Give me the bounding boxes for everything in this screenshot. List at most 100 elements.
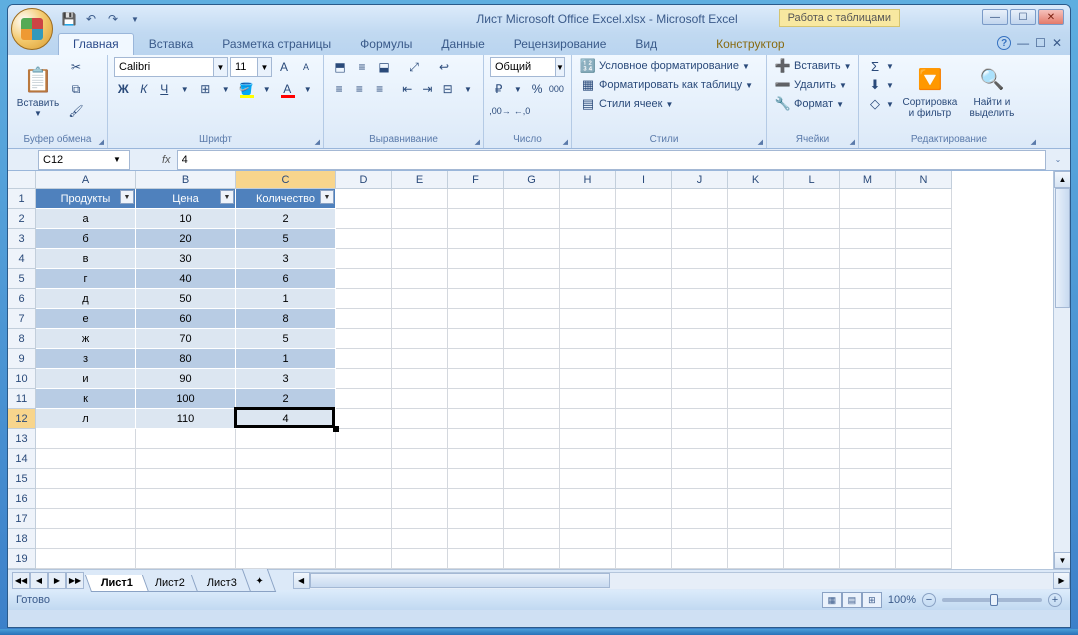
- cell-D18[interactable]: [336, 529, 392, 549]
- cell-I18[interactable]: [616, 529, 672, 549]
- cell-N9[interactable]: [896, 349, 952, 369]
- cell-K15[interactable]: [728, 469, 784, 489]
- tab-formulas[interactable]: Формулы: [346, 34, 426, 55]
- cell-B4[interactable]: 30: [136, 249, 236, 269]
- cell-A11[interactable]: к: [36, 389, 136, 409]
- close-button[interactable]: ✕: [1038, 9, 1064, 25]
- cell-J11[interactable]: [672, 389, 728, 409]
- cell-D13[interactable]: [336, 429, 392, 449]
- cell-M17[interactable]: [840, 509, 896, 529]
- cell-G9[interactable]: [504, 349, 560, 369]
- cell-I17[interactable]: [616, 509, 672, 529]
- cell-K1[interactable]: [728, 189, 784, 209]
- cell-L15[interactable]: [784, 469, 840, 489]
- cell-F19[interactable]: [448, 549, 504, 569]
- cell-L12[interactable]: [784, 409, 840, 429]
- cell-I7[interactable]: [616, 309, 672, 329]
- cell-I6[interactable]: [616, 289, 672, 309]
- cell-A15[interactable]: [36, 469, 136, 489]
- format-cells-button[interactable]: 🔧Формат ▼: [773, 95, 852, 113]
- cell-G2[interactable]: [504, 209, 560, 229]
- cell-L2[interactable]: [784, 209, 840, 229]
- row-header-19[interactable]: 19: [8, 549, 36, 569]
- cell-K8[interactable]: [728, 329, 784, 349]
- cell-A5[interactable]: г: [36, 269, 136, 289]
- scroll-down-icon[interactable]: ▼: [1054, 552, 1071, 569]
- bold-icon[interactable]: Ж: [114, 79, 133, 99]
- col-header-F[interactable]: F: [448, 171, 504, 189]
- autosum-button[interactable]: Σ▼: [865, 57, 896, 75]
- cell-C5[interactable]: 6: [236, 269, 336, 289]
- col-header-M[interactable]: M: [840, 171, 896, 189]
- cell-K7[interactable]: [728, 309, 784, 329]
- row-header-6[interactable]: 6: [8, 289, 36, 309]
- cell-L14[interactable]: [784, 449, 840, 469]
- cell-C19[interactable]: [236, 549, 336, 569]
- orientation-icon[interactable]: ⤢: [404, 57, 424, 77]
- col-header-H[interactable]: H: [560, 171, 616, 189]
- cell-L10[interactable]: [784, 369, 840, 389]
- cell-G6[interactable]: [504, 289, 560, 309]
- zoom-level[interactable]: 100%: [888, 594, 916, 606]
- cell-G3[interactable]: [504, 229, 560, 249]
- tab-home[interactable]: Главная: [58, 33, 134, 55]
- cell-N1[interactable]: [896, 189, 952, 209]
- cell-G5[interactable]: [504, 269, 560, 289]
- cell-A7[interactable]: е: [36, 309, 136, 329]
- cell-N5[interactable]: [896, 269, 952, 289]
- row-header-8[interactable]: 8: [8, 329, 36, 349]
- cell-G17[interactable]: [504, 509, 560, 529]
- format-as-table-button[interactable]: ▦Форматировать как таблицу ▼: [578, 76, 760, 94]
- row-header-13[interactable]: 13: [8, 429, 36, 449]
- qat-customize-icon[interactable]: ▼: [126, 10, 144, 28]
- cell-E14[interactable]: [392, 449, 448, 469]
- cell-G16[interactable]: [504, 489, 560, 509]
- cell-B5[interactable]: 40: [136, 269, 236, 289]
- cell-K4[interactable]: [728, 249, 784, 269]
- cell-B15[interactable]: [136, 469, 236, 489]
- cell-I1[interactable]: [616, 189, 672, 209]
- cell-A4[interactable]: в: [36, 249, 136, 269]
- cell-E4[interactable]: [392, 249, 448, 269]
- align-bottom-icon[interactable]: ⬓: [374, 57, 394, 77]
- cell-styles-button[interactable]: ▤Стили ячеек ▼: [578, 95, 760, 113]
- cell-N16[interactable]: [896, 489, 952, 509]
- cell-H8[interactable]: [560, 329, 616, 349]
- cell-A13[interactable]: [36, 429, 136, 449]
- align-center-icon[interactable]: ≡: [350, 79, 368, 99]
- cell-H3[interactable]: [560, 229, 616, 249]
- cell-A12[interactable]: л: [36, 409, 136, 429]
- cell-J5[interactable]: [672, 269, 728, 289]
- cell-A18[interactable]: [36, 529, 136, 549]
- cell-J16[interactable]: [672, 489, 728, 509]
- cell-N18[interactable]: [896, 529, 952, 549]
- cell-D4[interactable]: [336, 249, 392, 269]
- cell-D19[interactable]: [336, 549, 392, 569]
- prev-sheet-icon[interactable]: ◀: [30, 572, 48, 589]
- cell-D10[interactable]: [336, 369, 392, 389]
- cell-F16[interactable]: [448, 489, 504, 509]
- cell-N3[interactable]: [896, 229, 952, 249]
- cell-F4[interactable]: [448, 249, 504, 269]
- row-header-3[interactable]: 3: [8, 229, 36, 249]
- cell-H12[interactable]: [560, 409, 616, 429]
- cell-H13[interactable]: [560, 429, 616, 449]
- col-header-G[interactable]: G: [504, 171, 560, 189]
- cell-M14[interactable]: [840, 449, 896, 469]
- cell-E18[interactable]: [392, 529, 448, 549]
- maximize-button[interactable]: ☐: [1010, 9, 1036, 25]
- cell-D11[interactable]: [336, 389, 392, 409]
- fill-button[interactable]: ⬇▼: [865, 76, 896, 94]
- cell-L11[interactable]: [784, 389, 840, 409]
- cell-E19[interactable]: [392, 549, 448, 569]
- cell-J19[interactable]: [672, 549, 728, 569]
- cell-A6[interactable]: д: [36, 289, 136, 309]
- cell-M8[interactable]: [840, 329, 896, 349]
- cell-B3[interactable]: 20: [136, 229, 236, 249]
- cell-L6[interactable]: [784, 289, 840, 309]
- doc-minimize-button[interactable]: —: [1017, 36, 1029, 50]
- cell-A10[interactable]: и: [36, 369, 136, 389]
- cell-L5[interactable]: [784, 269, 840, 289]
- cell-J9[interactable]: [672, 349, 728, 369]
- pagelayout-view-icon[interactable]: ▤: [842, 592, 862, 608]
